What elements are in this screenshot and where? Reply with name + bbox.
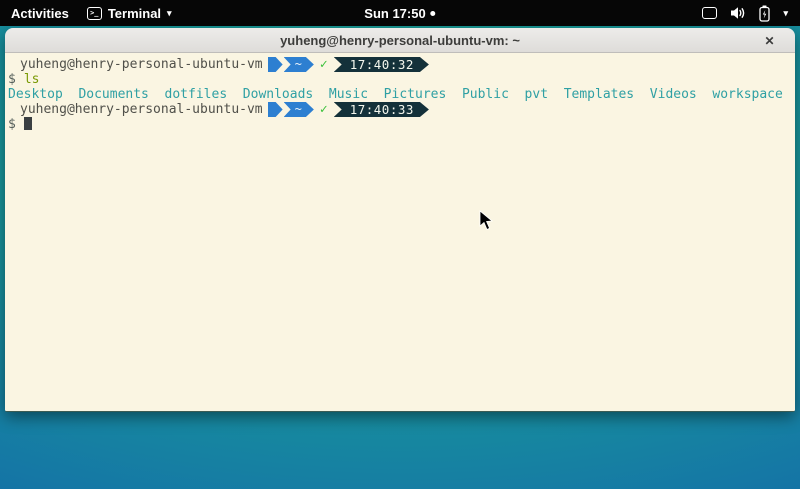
prompt-cwd-segment: ~: [284, 57, 314, 72]
powerline-arrow-icon: [268, 102, 283, 117]
text-cursor: [24, 117, 32, 130]
prompt-cwd-segment: ~: [284, 102, 314, 117]
mouse-cursor-icon: [479, 210, 495, 232]
status-check-icon: ✓: [320, 102, 328, 117]
prompt-time-badge: 17:40:32: [334, 57, 429, 72]
prompt-user-host: yuheng@henry-personal-ubuntu-vm: [20, 57, 263, 72]
chevron-down-icon: ▾: [783, 9, 788, 18]
prompt-line: yuheng@henry-personal-ubuntu-vm ~ ✓ 17:4…: [8, 102, 792, 117]
activities-button[interactable]: Activities: [11, 6, 69, 21]
top-bar-left: Activities >_ Terminal ▾: [0, 6, 172, 21]
command-line: $ ls: [8, 72, 792, 87]
top-bar: Activities >_ Terminal ▾ Sun 17:50 ▾: [0, 0, 800, 26]
close-button[interactable]: ✕: [761, 32, 778, 49]
command-line-current[interactable]: $: [8, 117, 792, 132]
battery-charging-icon: [759, 5, 770, 22]
command-text: ls: [24, 72, 40, 87]
terminal-icon: >_: [87, 7, 102, 20]
app-menu-label: Terminal: [108, 6, 161, 21]
screen-icon: [702, 7, 717, 19]
status-check-icon: ✓: [320, 57, 328, 72]
prompt-user-host: yuheng@henry-personal-ubuntu-vm: [20, 102, 263, 117]
notification-dot-icon: [431, 11, 436, 16]
titlebar[interactable]: yuheng@henry-personal-ubuntu-vm: ~ ✕: [5, 28, 795, 53]
app-menu-button[interactable]: >_ Terminal ▾: [87, 6, 172, 21]
system-tray-button[interactable]: ▾: [702, 0, 800, 26]
ls-output-line: Desktop Documents dotfiles Downloads Mus…: [8, 87, 792, 102]
prompt-time-badge: 17:40:33: [334, 102, 429, 117]
terminal-icon-glyph: >_: [90, 10, 98, 17]
chevron-down-icon: ▾: [167, 9, 172, 18]
terminal-content[interactable]: yuheng@henry-personal-ubuntu-vm ~ ✓ 17:4…: [5, 53, 795, 411]
clock-button[interactable]: Sun 17:50: [364, 0, 435, 26]
prompt-line: yuheng@henry-personal-ubuntu-vm ~ ✓ 17:4…: [8, 57, 792, 72]
prompt-symbol: $: [8, 117, 16, 132]
prompt-symbol: $: [8, 72, 16, 87]
clock-label: Sun 17:50: [364, 6, 425, 21]
terminal-window: yuheng@henry-personal-ubuntu-vm: ~ ✕ yuh…: [5, 28, 795, 412]
volume-icon: [730, 6, 746, 20]
window-title: yuheng@henry-personal-ubuntu-vm: ~: [280, 33, 520, 48]
powerline-arrow-icon: [268, 57, 283, 72]
